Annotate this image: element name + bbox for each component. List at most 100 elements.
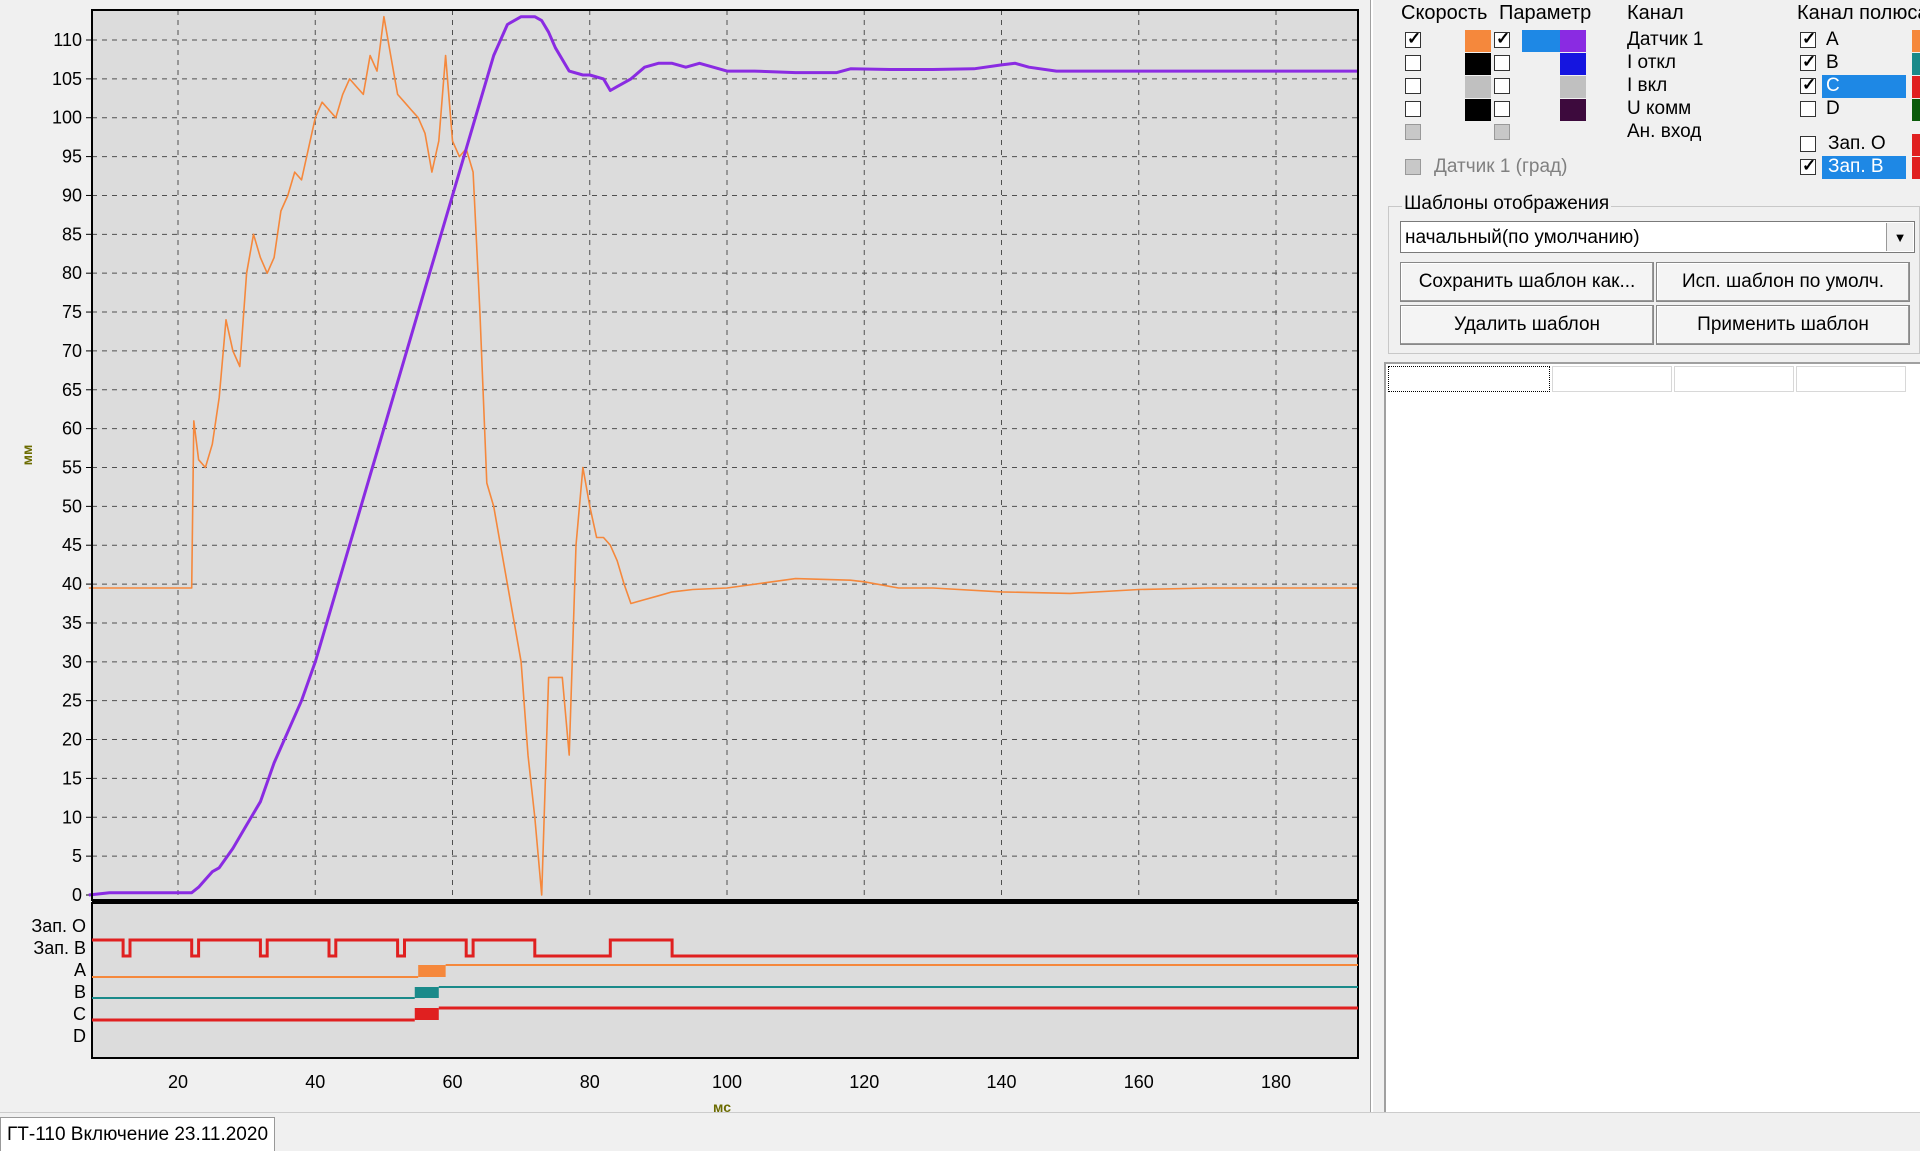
y-tick-label: 35 [62,613,82,633]
panel-separator [1370,0,1373,1112]
channel-name: U комм [1627,98,1692,119]
pole-checkbox[interactable] [1800,136,1816,152]
x-tick-label: 180 [1261,1072,1291,1092]
param-checkbox[interactable] [1494,29,1510,49]
data-grid[interactable] [1384,362,1920,1114]
right-panel: Скорость Параметр Канал Канал полюса Дат… [1370,0,1920,1114]
param-color-swatch[interactable] [1560,53,1586,75]
pole-color-swatch[interactable] [1912,99,1920,121]
pole-name: C [1826,75,1840,96]
speed-checkbox[interactable] [1405,29,1421,49]
y-tick-label: 75 [62,302,82,322]
speed-color-swatch[interactable] [1465,99,1491,121]
delete-template-button[interactable]: Удалить шаблон [1400,305,1654,345]
bottom-tab-bar: ГТ-110 Включение 23.11.2020 [0,1112,1920,1151]
y-tick-label: 65 [62,380,82,400]
pole-name: D [1826,98,1840,119]
apply-template-button[interactable]: Применить шаблон [1656,305,1910,345]
param-checkbox[interactable] [1494,55,1510,71]
y-tick-label: 50 [62,496,82,516]
y-tick-label: 100 [52,108,82,128]
pole-a-pulse [418,965,446,977]
pole-color-swatch[interactable] [1912,76,1920,98]
speed-color-swatch[interactable] [1465,76,1491,98]
pole-name: B [1826,52,1839,73]
channel-name: I откл [1627,52,1677,73]
col-channel-header: Канал [1627,2,1684,24]
param-color-swatch[interactable] [1560,99,1586,121]
param-color-swatch[interactable] [1560,76,1586,98]
param-checkbox[interactable] [1494,124,1510,140]
y-tick-label: 45 [62,535,82,555]
document-tab[interactable]: ГТ-110 Включение 23.11.2020 [0,1117,276,1151]
pole-name: Зап. В [1828,156,1884,177]
grid-cell-selected[interactable] [1388,366,1550,392]
speed-checkbox[interactable] [1405,101,1421,117]
pole-color-swatch[interactable] [1912,157,1920,179]
pole-checkbox[interactable] [1800,75,1816,95]
pole-color-swatch[interactable] [1912,53,1920,75]
pole-checkbox[interactable] [1800,101,1816,117]
speed-checkbox[interactable] [1405,124,1421,140]
dropdown-button[interactable]: ▼ [1886,223,1913,251]
template-select-value: начальный(по умолчанию) [1405,227,1640,248]
param-checkbox[interactable] [1494,78,1510,94]
y-tick-label: 80 [62,263,82,283]
x-tick-label: 100 [712,1072,742,1092]
digital-channel-label: Зап. В [33,938,86,958]
y-tick-label: 70 [62,341,82,361]
pole-checkbox[interactable] [1800,156,1816,176]
grid-cell[interactable] [1796,366,1906,392]
digital-channel-label: Зап. О [31,916,86,936]
x-tick-label: 40 [305,1072,325,1092]
x-tick-label: 140 [986,1072,1016,1092]
pole-color-swatch[interactable] [1912,30,1920,52]
y-axis-label: мм [19,445,35,466]
templates-title: Шаблоны отображения [1402,193,1612,215]
digital-channel-label: B [74,982,86,1002]
y-tick-label: 110 [53,30,82,50]
sensor-deg-checkbox[interactable] [1405,159,1421,175]
col-pole-header: Канал полюса [1797,2,1920,24]
y-tick-label: 5 [72,846,82,866]
y-tick-label: 15 [62,768,82,788]
x-tick-label: 20 [168,1072,188,1092]
digital-area-bg [92,903,1358,1058]
x-tick-label: 80 [580,1072,600,1092]
param-selected-cell[interactable] [1522,30,1560,52]
speed-checkbox[interactable] [1405,78,1421,94]
pole-checkbox[interactable] [1800,29,1816,49]
y-tick-label: 85 [62,224,82,244]
default-template-button[interactable]: Исп. шаблон по умолч. [1656,262,1910,302]
digital-channel-label: A [74,960,86,980]
template-select[interactable]: начальный(по умолчанию) ▼ [1400,221,1915,253]
channel-name: Ан. вход [1627,121,1702,142]
x-tick-label: 60 [442,1072,462,1092]
x-axis-label: мс [713,1099,731,1112]
x-tick-label: 120 [849,1072,879,1092]
oscillogram-chart: 0 5 10 15 20 25 30 35 40 45 50 55 60 65 70 75 80 85 90 95 10… [0,0,1370,1112]
digital-channel-label: C [73,1004,86,1024]
pole-color-swatch[interactable] [1912,134,1920,156]
chevron-down-icon: ▼ [1893,229,1907,245]
pole-c-pulse [414,1008,439,1020]
y-tick-label: 0 [72,885,82,905]
param-checkbox[interactable] [1494,101,1510,117]
channel-name: Датчик 1 [1627,29,1704,50]
save-template-button[interactable]: Сохранить шаблон как... [1400,262,1654,302]
grid-cell[interactable] [1552,366,1672,392]
grid-cell[interactable] [1674,366,1794,392]
speed-checkbox[interactable] [1405,55,1421,71]
pole-checkbox[interactable] [1800,52,1816,72]
speed-color-swatch[interactable] [1465,30,1491,52]
channel-name: I вкл [1627,75,1668,96]
sensor-deg-label: Датчик 1 (град) [1434,156,1568,177]
y-tick-label: 95 [62,147,82,167]
y-tick-label: 55 [62,458,82,478]
y-tick-label: 20 [62,730,82,750]
y-tick-label: 105 [52,69,82,89]
speed-color-swatch[interactable] [1465,53,1491,75]
pole-name: Зап. О [1828,133,1886,154]
pole-b-pulse [414,987,439,998]
param-color-swatch[interactable] [1560,30,1586,52]
